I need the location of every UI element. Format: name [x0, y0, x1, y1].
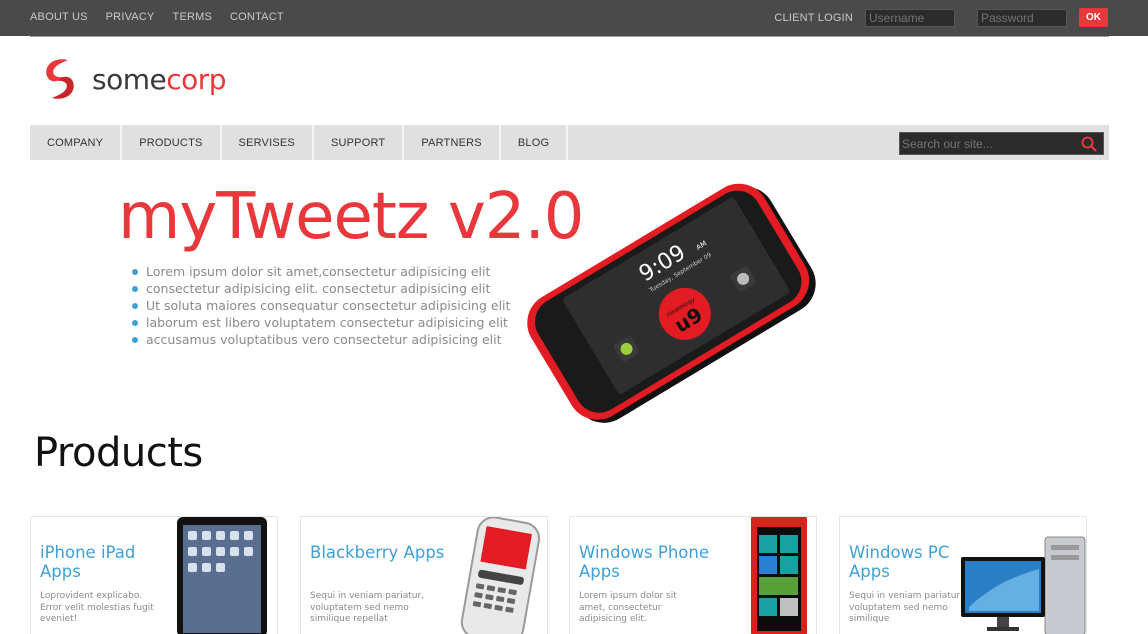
product-card-description: Loprovident explicabo. Error velit moles… — [40, 591, 154, 624]
product-card-description: Sequi in veniam pariatur, voluptatem sed… — [310, 591, 425, 624]
hero-feature-text: laborum est libero voluptatem consectetu… — [146, 315, 508, 330]
windows-phone-image — [751, 517, 807, 634]
bullet-dot-icon — [132, 285, 138, 292]
hero-feature-text: Lorem ipsum dolor sit amet,consectetur a… — [146, 264, 491, 279]
bullet-dot-icon — [132, 319, 138, 326]
privacy-link[interactable]: PRIVACY — [106, 11, 155, 23]
login-ok-button[interactable]: OK — [1079, 8, 1108, 27]
ipad-image — [177, 517, 267, 634]
top-links: ABOUT US PRIVACY TERMS CONTACT — [30, 11, 284, 23]
somecorp-logo[interactable]: somecorp — [38, 56, 227, 102]
logo-swirl-icon — [46, 59, 74, 99]
hero-feature-item: consectetur adipisicing elit. consectetu… — [132, 280, 510, 297]
client-login-form: CLIENT LOGIN OK — [774, 8, 1108, 27]
logo-text-corp: corp — [166, 62, 227, 96]
hero-feature-list: Lorem ipsum dolor sit amet,consectetur a… — [132, 263, 510, 348]
hero-feature-item: Lorem ipsum dolor sit amet,consectetur a… — [132, 263, 510, 280]
nav-item-services[interactable]: SERVISES — [222, 125, 314, 160]
product-card-windows-pc[interactable]: Windows PC Apps Sequi in veniam pariatur… — [839, 516, 1087, 634]
username-input[interactable] — [865, 8, 955, 27]
hero-feature-item: laborum est libero voluptatem consectetu… — [132, 314, 510, 331]
hero-phone-image: 9:09 AM Tuesday, September 09 ninetology… — [527, 183, 816, 423]
bullet-dot-icon — [132, 336, 138, 343]
product-card-title[interactable]: Windows PC Apps — [849, 543, 979, 581]
windows-pc-image — [961, 536, 1086, 634]
nav-item-support[interactable]: SUPPORT — [314, 125, 405, 160]
product-card-iphone-ipad[interactable]: iPhone iPad Apps Loprovident explicabo. … — [30, 516, 278, 634]
top-divider — [30, 36, 1109, 37]
product-card-description: Lorem ipsum dolor sit amet, consectetur … — [579, 591, 677, 624]
products-heading: Products — [34, 430, 203, 476]
search-icon[interactable] — [1081, 136, 1097, 152]
nav-item-company[interactable]: COMPANY — [30, 125, 123, 160]
bullet-dot-icon — [132, 302, 138, 309]
hero-feature-text: Ut soluta maiores consequatur consectetu… — [146, 298, 511, 313]
hero-feature-text: accusamus voluptatibus vero consectetur … — [146, 332, 502, 347]
blackberry-image — [460, 517, 541, 634]
hero-feature-item: accusamus voluptatibus vero consectetur … — [132, 331, 510, 348]
nav-item-blog[interactable]: BLOG — [501, 125, 569, 160]
product-card-title[interactable]: Blackberry Apps — [310, 543, 470, 562]
product-card-blackberry[interactable]: Blackberry Apps Sequi in veniam pariatur… — [300, 516, 548, 634]
terms-link[interactable]: TERMS — [173, 11, 213, 23]
hero-feature-item: Ut soluta maiores consequatur consectetu… — [132, 297, 510, 314]
logo-wordmark: somecorp — [92, 62, 227, 96]
main-navbar: COMPANY PRODUCTS SERVISES SUPPORT PARTNE… — [30, 125, 1109, 160]
site-search — [899, 132, 1104, 155]
product-card-description: Sequi in veniam pariatur, voluptatem sed… — [849, 591, 964, 624]
product-card-windows-phone[interactable]: Windows Phone Apps Lorem ipsum dolor sit… — [569, 516, 817, 634]
product-card-title[interactable]: iPhone iPad Apps — [40, 543, 170, 581]
nav-item-partners[interactable]: PARTNERS — [404, 125, 501, 160]
hero-feature-text: consectetur adipisicing elit. consectetu… — [146, 281, 491, 296]
password-input[interactable] — [977, 8, 1067, 27]
nav-item-products[interactable]: PRODUCTS — [122, 125, 222, 160]
bullet-dot-icon — [132, 268, 138, 275]
product-card-title[interactable]: Windows Phone Apps — [579, 543, 729, 581]
client-login-label: CLIENT LOGIN — [774, 11, 853, 24]
search-input[interactable] — [900, 133, 1070, 155]
contact-link[interactable]: CONTACT — [230, 11, 284, 23]
top-bar: ABOUT US PRIVACY TERMS CONTACT CLIENT LO… — [0, 0, 1148, 36]
logo-text-some: some — [92, 62, 167, 96]
about-us-link[interactable]: ABOUT US — [30, 11, 88, 23]
